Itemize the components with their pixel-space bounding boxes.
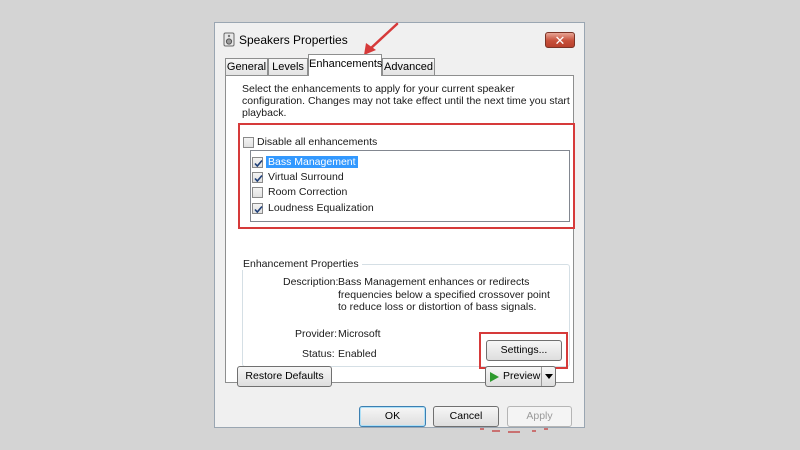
title-bar[interactable]: Speakers Properties ✕: [215, 23, 584, 53]
settings-button[interactable]: Settings...: [486, 340, 562, 361]
room-correction-checkbox[interactable]: [252, 187, 263, 198]
settings-button-label: Settings...: [500, 344, 548, 356]
ok-label: OK: [384, 410, 401, 422]
virtual-surround-checkbox[interactable]: [252, 172, 263, 183]
room-correction-label[interactable]: Room Correction: [268, 186, 347, 198]
preview-label: Preview: [503, 370, 541, 382]
cancel-button[interactable]: Cancel: [433, 406, 499, 427]
tab-levels[interactable]: Levels: [268, 58, 308, 75]
tab-advanced[interactable]: Advanced: [382, 58, 435, 75]
tab-label: Advanced: [384, 61, 433, 73]
disable-all-checkbox[interactable]: [243, 137, 254, 148]
speakers-properties-dialog: Speakers Properties ✕ General Levels Enh…: [214, 22, 585, 428]
tab-enhancements[interactable]: Enhancements: [308, 54, 382, 76]
loudness-equalization-label[interactable]: Loudness Equalization: [268, 202, 374, 214]
play-icon: [490, 372, 499, 382]
provider-label: Provider:: [295, 328, 338, 340]
close-button[interactable]: ✕: [545, 32, 575, 48]
group-title: Enhancement Properties: [240, 258, 362, 270]
status-label: Status:: [302, 348, 335, 360]
close-icon: ✕: [554, 33, 566, 48]
apply-button[interactable]: Apply: [507, 406, 572, 427]
preview-split-button[interactable]: Preview: [485, 366, 556, 387]
tab-label: Levels: [272, 61, 304, 73]
checkmark-icon: [254, 174, 263, 183]
checkmark-icon: [254, 159, 263, 168]
restore-defaults-label: Restore Defaults: [245, 370, 324, 382]
bass-management-checkbox[interactable]: [252, 157, 263, 168]
provider-value: Microsoft: [338, 328, 381, 340]
ok-button[interactable]: OK: [359, 406, 426, 427]
enhancements-list[interactable]: Bass Management Virtual Surround Room Co…: [250, 150, 570, 222]
window-title: Speakers Properties: [239, 33, 348, 47]
restore-defaults-button[interactable]: Restore Defaults: [237, 366, 332, 387]
cancel-label: Cancel: [449, 410, 483, 422]
split-divider: [541, 367, 542, 386]
status-value: Enabled: [338, 348, 377, 360]
tab-label: Enhancements: [309, 58, 383, 70]
tab-general[interactable]: General: [225, 58, 268, 75]
virtual-surround-label[interactable]: Virtual Surround: [268, 171, 344, 183]
description-label: Description:: [283, 276, 339, 288]
speaker-icon: [223, 32, 235, 47]
disable-all-label: Disable all enhancements: [257, 136, 378, 148]
checkmark-icon: [254, 205, 263, 214]
intro-text: Select the enhancements to apply for you…: [242, 83, 570, 119]
apply-label: Apply: [526, 410, 553, 422]
bass-management-label[interactable]: Bass Management: [266, 156, 358, 168]
description-text: Bass Management enhances or redirects fr…: [338, 276, 550, 313]
tab-label: General: [226, 61, 267, 73]
dropdown-arrow-icon[interactable]: [545, 374, 553, 379]
loudness-equalization-checkbox[interactable]: [252, 203, 263, 214]
red-underline-marks: [480, 428, 548, 433]
enhancements-panel: Select the enhancements to apply for you…: [225, 75, 575, 383]
